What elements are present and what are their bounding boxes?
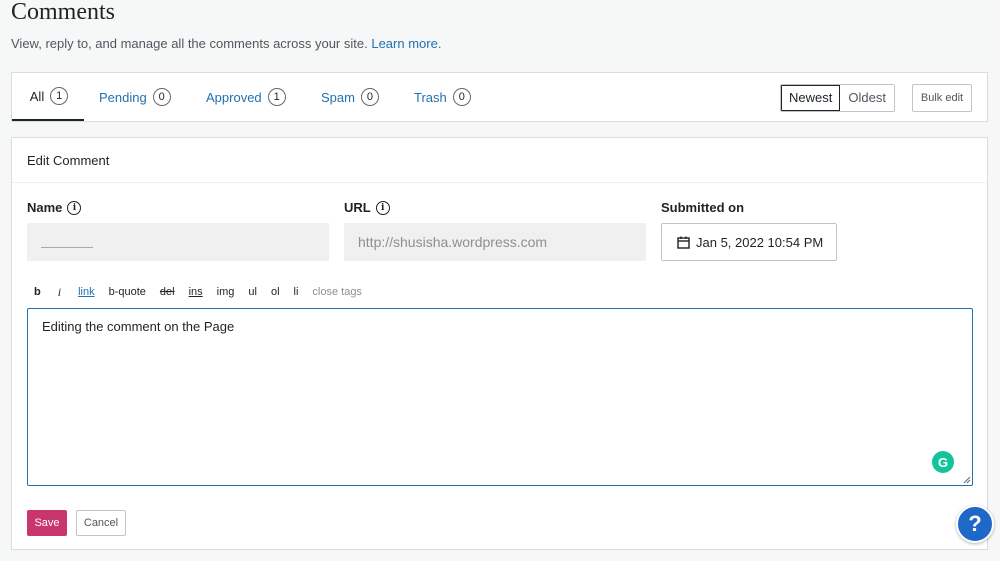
tab-label: Approved	[206, 89, 262, 105]
url-field[interactable]: http://shusisha.wordpress.com	[344, 223, 646, 261]
tab-count: 0	[152, 88, 171, 106]
ol-button[interactable]: ol	[264, 286, 287, 298]
sort-oldest-button[interactable]: Oldest	[840, 85, 894, 111]
submitted-date-value: Jan 5, 2022 10:54 PM	[696, 234, 824, 250]
edit-comment-heading: Edit Comment	[12, 138, 987, 183]
name-label-text: Name	[27, 200, 63, 215]
url-label-text: URL	[344, 200, 371, 215]
sort-order-toggle: Newest Oldest	[780, 84, 895, 112]
cancel-button[interactable]: Cancel	[76, 510, 126, 536]
link-button[interactable]: link	[71, 286, 102, 298]
tab-trash[interactable]: Trash 0	[414, 73, 471, 121]
url-label: URL i	[344, 200, 390, 215]
save-button[interactable]: Save	[27, 510, 67, 536]
learn-more-link[interactable]: Learn more.	[371, 36, 441, 51]
info-icon[interactable]: i	[67, 200, 82, 215]
ul-button[interactable]: ul	[241, 286, 264, 298]
tab-label: All	[29, 88, 45, 104]
submitted-label: Submitted on	[661, 200, 745, 215]
ins-button[interactable]: ins	[182, 286, 210, 298]
tab-approved[interactable]: Approved 1	[206, 73, 286, 121]
tab-count: 0	[360, 88, 379, 106]
tab-spam[interactable]: Spam 0	[321, 73, 379, 121]
li-button[interactable]: li	[287, 286, 306, 298]
resize-handle-icon[interactable]	[963, 476, 971, 484]
submitted-date-button[interactable]: Jan 5, 2022 10:54 PM	[661, 223, 837, 261]
page-title: Comments	[11, 0, 116, 25]
tab-label: Pending	[99, 89, 147, 105]
del-button[interactable]: del	[153, 286, 182, 298]
close-tags-button[interactable]: close tags	[305, 286, 369, 298]
grammarly-icon[interactable]: G	[932, 451, 954, 473]
formatting-toolbar: b i link b-quote del ins img ul ol li cl…	[27, 283, 369, 301]
name-field-blur	[41, 246, 93, 248]
edit-comment-panel: Edit Comment Name i URL i http://shusish…	[11, 137, 988, 550]
subtitle-text: View, reply to, and manage all the comme…	[11, 36, 368, 51]
comment-textarea[interactable]: Editing the comment on the Page G	[27, 308, 973, 486]
tab-all[interactable]: All 1	[12, 73, 84, 121]
italic-button[interactable]: i	[48, 285, 71, 300]
page-subtitle: View, reply to, and manage all the comme…	[11, 36, 441, 51]
calendar-icon	[677, 236, 690, 249]
tab-label: Spam	[321, 89, 355, 105]
comment-content: Editing the comment on the Page	[42, 319, 235, 334]
blockquote-button[interactable]: b-quote	[102, 286, 153, 298]
name-field[interactable]	[27, 223, 329, 261]
sort-newest-button[interactable]: Newest	[781, 85, 841, 111]
img-button[interactable]: img	[210, 286, 242, 298]
help-button[interactable]: ?	[956, 505, 994, 543]
tab-count: 1	[50, 87, 69, 105]
url-placeholder: http://shusisha.wordpress.com	[358, 234, 548, 250]
tab-pending[interactable]: Pending 0	[99, 73, 171, 121]
name-label: Name i	[27, 200, 82, 215]
tab-label: Trash	[414, 89, 447, 105]
tab-count: 1	[267, 88, 286, 106]
tab-count: 0	[452, 88, 471, 106]
info-icon[interactable]: i	[375, 200, 390, 215]
bold-button[interactable]: b	[27, 286, 48, 298]
bulk-edit-button[interactable]: Bulk edit	[912, 84, 972, 112]
filter-tabs-bar: All 1 Pending 0 Approved 1 Spam 0 Trash …	[11, 72, 988, 122]
question-mark-icon: ?	[968, 511, 982, 536]
